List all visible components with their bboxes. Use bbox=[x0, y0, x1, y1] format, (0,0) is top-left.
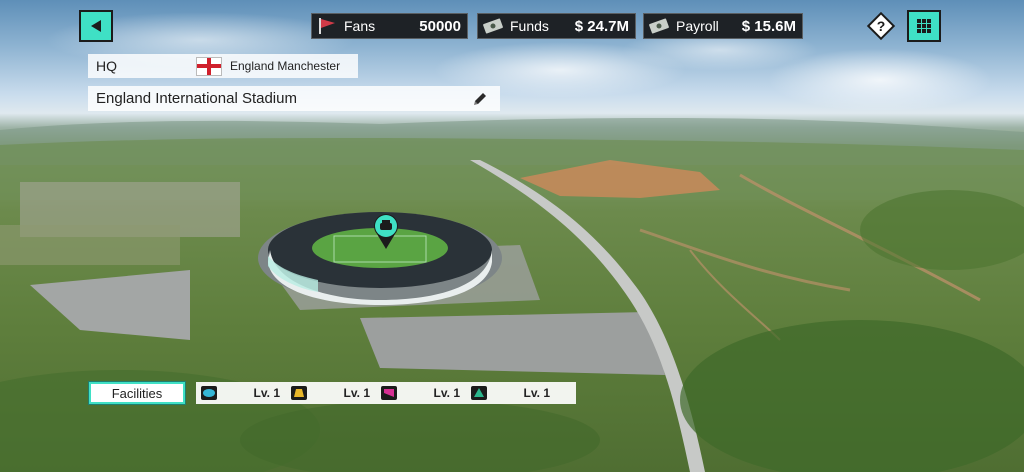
facilities-bar: Lv. 1 Lv. 1 Lv. 1 Lv. 1 bbox=[196, 382, 576, 404]
facility-level: Lv. 1 bbox=[343, 386, 370, 400]
facility-3-icon bbox=[381, 386, 397, 400]
facility-1-icon bbox=[201, 386, 217, 400]
grid-menu-icon bbox=[917, 19, 931, 33]
facility-item[interactable]: Lv. 1 bbox=[466, 382, 556, 404]
pennant-icon bbox=[316, 16, 338, 36]
facility-4-icon bbox=[471, 386, 487, 400]
edit-stadium-name-button[interactable] bbox=[470, 89, 490, 109]
funds-value: $ 24.7M bbox=[574, 17, 629, 35]
fans-value: 50000 bbox=[419, 17, 461, 35]
fans-label: Fans bbox=[344, 18, 376, 34]
hq-label: HQ bbox=[96, 58, 117, 74]
pencil-icon bbox=[474, 92, 486, 105]
payroll-value: $ 15.6M bbox=[741, 17, 796, 35]
back-button[interactable] bbox=[79, 10, 113, 42]
facility-item[interactable]: Lv. 1 bbox=[376, 382, 466, 404]
menu-button[interactable] bbox=[907, 10, 941, 42]
facilities-button[interactable]: Facilities bbox=[89, 382, 185, 404]
help-glyph: ? bbox=[877, 18, 886, 34]
hq-location: England Manchester bbox=[230, 59, 341, 73]
payroll-label: Payroll bbox=[676, 18, 719, 34]
stadium-map-marker[interactable] bbox=[372, 212, 400, 250]
hq-info: HQ England Manchester bbox=[88, 54, 358, 78]
stadium-name: England International Stadium bbox=[96, 90, 297, 107]
game-scene: Fans 50000 Funds $ 24.7M Payroll $ 15.6M… bbox=[0, 0, 1024, 472]
help-icon: ? bbox=[866, 11, 896, 41]
funds-label: Funds bbox=[510, 18, 549, 34]
funds-stat: Funds $ 24.7M bbox=[477, 13, 636, 39]
facility-level: Lv. 1 bbox=[433, 386, 460, 400]
stadium-name-row: England International Stadium bbox=[88, 86, 500, 111]
england-flag-icon bbox=[196, 56, 222, 76]
banknote-icon bbox=[648, 16, 670, 36]
back-arrow-icon bbox=[91, 20, 101, 32]
facility-item[interactable]: Lv. 1 bbox=[196, 382, 286, 404]
facility-2-icon bbox=[291, 386, 307, 400]
help-button[interactable]: ? bbox=[866, 11, 896, 41]
fans-stat: Fans 50000 bbox=[311, 13, 468, 39]
facility-level: Lv. 1 bbox=[253, 386, 280, 400]
facility-level: Lv. 1 bbox=[523, 386, 550, 400]
facility-item[interactable]: Lv. 1 bbox=[286, 382, 376, 404]
banknote-icon bbox=[482, 16, 504, 36]
payroll-stat: Payroll $ 15.6M bbox=[643, 13, 803, 39]
